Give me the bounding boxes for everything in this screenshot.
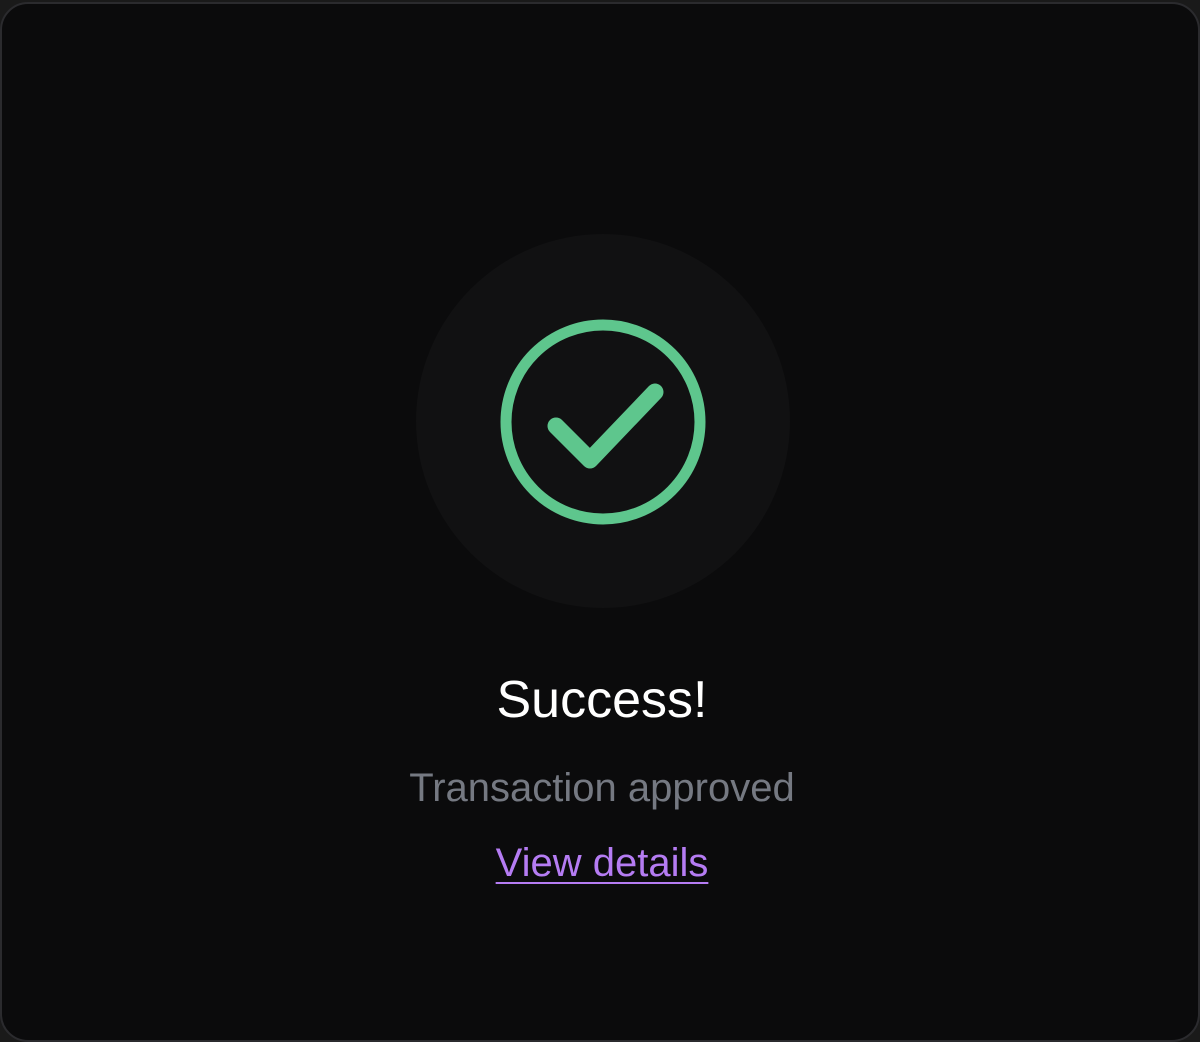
status-message: Transaction approved [409,766,795,810]
check-circle-icon [500,319,706,525]
link-row: View details [2,838,1200,888]
success-title: Success! [496,671,708,729]
success-icon-container [416,234,790,608]
success-card: Success! Transaction approved View detai… [0,2,1200,1042]
view-details-link[interactable]: View details [496,841,709,885]
